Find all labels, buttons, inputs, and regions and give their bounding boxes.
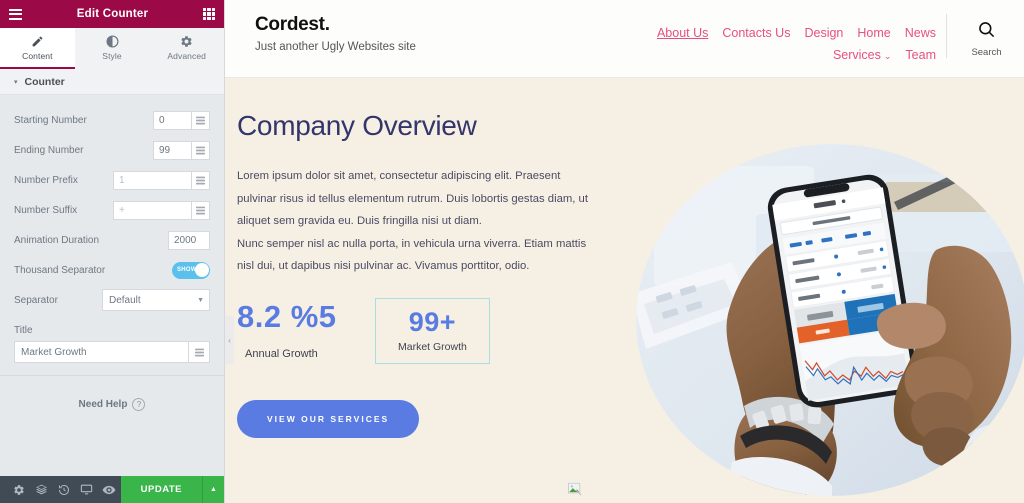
nav-item-design[interactable]: Design (804, 22, 843, 44)
hero-paragraph-1: Lorem ipsum dolor sit amet, consectetur … (237, 170, 588, 228)
ending-number-input[interactable] (153, 140, 191, 160)
site-tagline: Just another Ugly Websites site (255, 41, 416, 53)
title-dynamic-tags-icon[interactable] (188, 341, 210, 363)
site-logo: Cordest. (255, 14, 330, 35)
nav-item-about-us[interactable]: About Us (657, 22, 708, 44)
tab-advanced-label: Advanced (167, 50, 206, 61)
section-collapse-handle[interactable]: ‹ (225, 316, 234, 364)
control-starting-number: Starting Number (14, 105, 210, 135)
broken-image-placeholder-icon (568, 482, 582, 496)
nav-item-team[interactable]: Team (905, 44, 936, 67)
section-title: Counter (24, 75, 65, 88)
control-ending-number: Ending Number (14, 135, 210, 165)
number-prefix-label: Number Prefix (14, 174, 78, 186)
counter-annual-growth-title: Annual Growth (245, 347, 318, 360)
panel-footer: UPDATE ▲ (0, 476, 225, 503)
nav-item-contacts-us[interactable]: Contacts Us (722, 22, 790, 44)
animation-duration-input[interactable] (168, 230, 210, 250)
settings-gear-icon[interactable] (8, 476, 31, 503)
nav-item-services[interactable]: Services ⌄ (833, 44, 891, 67)
hero-content: Company Overview Lorem ipsum dolor sit a… (237, 110, 597, 439)
search-label: Search (971, 47, 1002, 58)
counter-market-growth-number: 99+ (408, 306, 457, 337)
ending-number-dynamic-tags-icon[interactable] (191, 140, 210, 160)
panel-header: Edit Counter (0, 0, 224, 28)
control-number-suffix: Number Suffix (14, 195, 210, 225)
control-title (14, 341, 210, 363)
hero-paragraphs: Lorem ipsum dolor sit amet, consectetur … (237, 165, 597, 278)
tab-style[interactable]: Style (74, 28, 150, 69)
control-separator: Separator Default ▼ (14, 285, 210, 315)
search-toggle[interactable]: Search (946, 14, 1008, 58)
site-navigation: About Us Contacts Us Design Home News Se… (416, 14, 946, 67)
separator-label: Separator (14, 294, 58, 306)
section-caret-icon: ▾ (14, 78, 18, 86)
separator-select[interactable]: Default (102, 289, 210, 311)
tab-advanced[interactable]: Advanced (149, 28, 225, 69)
title-input[interactable] (14, 341, 188, 363)
pencil-icon (31, 35, 44, 48)
page-title: Company Overview (237, 110, 477, 141)
view-our-services-button[interactable]: VIEW OUR SERVICES (237, 400, 420, 439)
counters-row: 8.2 %5 Annual Growth 99+ Market Growth (237, 297, 597, 365)
contrast-icon (105, 34, 119, 48)
hero-paragraph-2: Nunc semper nisl ac nulla porta, in vehi… (237, 237, 587, 273)
search-icon (977, 20, 996, 44)
update-button[interactable]: UPDATE (120, 476, 203, 503)
counter-market-growth-title: Market Growth (398, 341, 467, 354)
tab-style-label: Style (102, 50, 122, 61)
chevron-down-icon: ⌄ (883, 51, 892, 61)
tab-content-label: Content (22, 50, 53, 61)
need-help-link[interactable]: Need Help ? (14, 398, 210, 411)
nav-item-home[interactable]: Home (857, 22, 890, 44)
nav-item-services-label: Services (832, 48, 881, 62)
number-suffix-label: Number Suffix (14, 204, 78, 216)
number-suffix-dynamic-tags-icon[interactable] (191, 200, 210, 220)
counter-annual-growth: 8.2 %5 Annual Growth (237, 298, 367, 360)
panel-body: Starting Number Ending Number (0, 95, 224, 476)
control-thousand-separator: Thousand Separator SHOW (14, 255, 210, 285)
number-prefix-input[interactable] (113, 170, 191, 190)
need-help-label: Need Help (78, 399, 128, 410)
toggle-knob (194, 263, 209, 277)
panel-divider (0, 375, 224, 376)
question-icon: ? (132, 398, 146, 411)
control-animation-duration: Animation Duration (14, 225, 210, 255)
elementor-panel: Edit Counter Content Style Advanced ▾ Co… (0, 0, 225, 503)
hamburger-menu-icon[interactable] (9, 8, 22, 20)
nav-item-news[interactable]: News (905, 22, 936, 44)
site-preview: Cordest. Just another Ugly Websites site… (225, 0, 1024, 503)
counter-market-growth[interactable]: 99+ Market Growth (375, 297, 490, 365)
number-suffix-input[interactable] (113, 200, 191, 220)
grid-apps-icon[interactable] (203, 8, 215, 20)
hero-section: ‹ Company Overview Lorem ipsum dolor sit… (225, 78, 1024, 503)
number-prefix-dynamic-tags-icon[interactable] (191, 170, 210, 190)
history-revisions-icon[interactable] (53, 476, 76, 503)
thousand-separator-label: Thousand Separator (14, 264, 106, 276)
control-number-prefix: Number Prefix (14, 165, 210, 195)
starting-number-dynamic-tags-icon[interactable] (191, 110, 210, 130)
update-options-caret-icon[interactable]: ▲ (202, 476, 225, 503)
responsive-monitor-icon[interactable] (76, 476, 99, 503)
thousand-separator-toggle[interactable]: SHOW (172, 261, 210, 279)
starting-number-input[interactable] (153, 110, 191, 130)
panel-title: Edit Counter (76, 8, 149, 20)
panel-tabs: Content Style Advanced (0, 28, 225, 69)
site-header: Cordest. Just another Ugly Websites site… (225, 0, 1024, 78)
navigator-layers-icon[interactable] (31, 476, 54, 503)
counter-annual-growth-number: 8.2 %5 (237, 298, 337, 334)
thousand-separator-toggle-state: SHOW (177, 267, 197, 273)
section-header-counter[interactable]: ▾ Counter (0, 69, 224, 95)
title-label: Title (14, 325, 33, 336)
hero-photo-hands-holding-phone (636, 144, 1024, 496)
preview-eye-icon[interactable] (98, 476, 121, 503)
editor-app: Edit Counter Content Style Advanced ▾ Co… (0, 0, 1024, 503)
ending-number-label: Ending Number (14, 144, 84, 156)
starting-number-label: Starting Number (14, 114, 87, 126)
gear-icon (180, 35, 193, 48)
tab-content[interactable]: Content (0, 28, 75, 69)
site-branding[interactable]: Cordest. Just another Ugly Websites site (255, 14, 416, 53)
animation-duration-label: Animation Duration (14, 234, 100, 246)
